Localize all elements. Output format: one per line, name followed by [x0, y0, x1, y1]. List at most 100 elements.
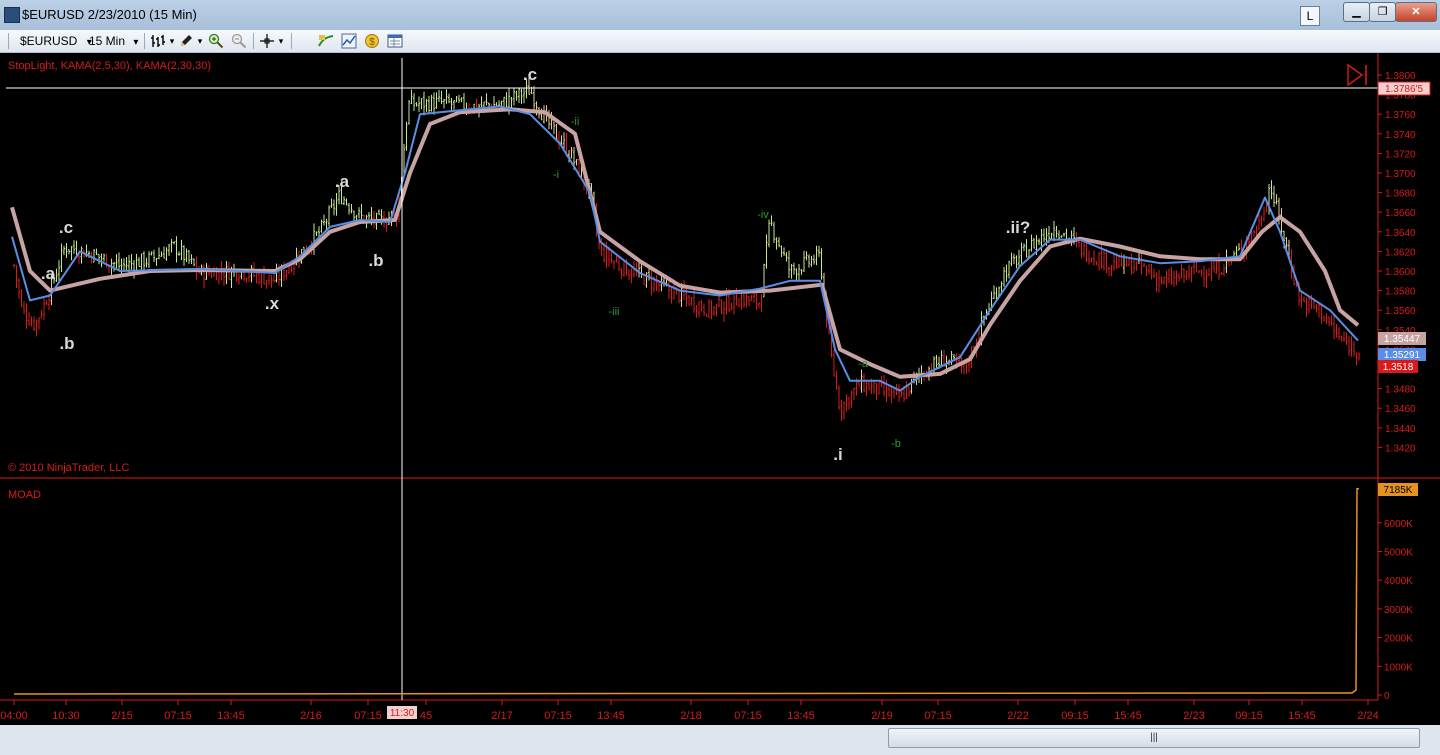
price-bar: [733, 292, 735, 315]
price-bar: [1098, 252, 1100, 271]
price-bars: [13, 77, 1360, 421]
price-bar: [1300, 291, 1303, 308]
price-bar: [1303, 296, 1305, 303]
price-bar: [350, 203, 353, 214]
price-bar: [1085, 243, 1088, 263]
price-bar: [35, 319, 38, 337]
price-bar: [555, 124, 558, 140]
price-bar: [905, 381, 908, 399]
price-bar: [650, 270, 653, 296]
price-bar: [720, 299, 723, 315]
copyright-label: © 2010 NinjaTrader, LLC: [8, 462, 129, 474]
price-tick-label: 1.3740: [1385, 130, 1416, 141]
price-bar: [1028, 249, 1030, 258]
price-bar: [1210, 261, 1213, 281]
price-bar: [433, 92, 435, 115]
price-bar: [1095, 260, 1098, 266]
chart-area[interactable]: StopLight, KAMA(2,5,30), KAMA(2,30,30) ©…: [0, 53, 1440, 725]
price-bar: [1055, 226, 1058, 238]
wave-label: -iv: [757, 209, 769, 221]
crosshair-price-text: 1.3786'5: [1385, 84, 1423, 95]
price-bar: [15, 264, 18, 289]
price-bar: [1013, 253, 1015, 265]
price-bar: [333, 199, 335, 216]
dollar-coin-icon[interactable]: $: [364, 33, 380, 49]
price-bar: [898, 383, 900, 403]
instrument-selector[interactable]: $EURUSD ▾: [20, 33, 92, 49]
price-bar: [993, 285, 995, 300]
chart-scroll-area: |||: [0, 725, 1440, 755]
price-bar: [1220, 271, 1223, 276]
volume-tick-label: 3000K: [1384, 605, 1413, 616]
time-tick-label: 07:15: [924, 710, 952, 722]
price-tick-label: 1.3480: [1385, 385, 1416, 396]
zoom-in-icon[interactable]: [208, 33, 224, 49]
price-bar: [838, 385, 840, 410]
price-bar: [1333, 315, 1335, 340]
price-bar: [810, 255, 813, 267]
price-bar: [133, 259, 135, 279]
price-bar: [250, 264, 253, 283]
price-bar: [1138, 252, 1140, 264]
price-bar: [1050, 232, 1053, 240]
chevron-down-icon[interactable]: ▾: [273, 33, 289, 49]
time-tick-label: 15:45: [1288, 710, 1316, 722]
price-bar: [760, 294, 763, 313]
chevron-down-icon[interactable]: ▾: [192, 33, 208, 49]
close-button[interactable]: ✕: [1395, 2, 1437, 22]
price-bar: [610, 251, 613, 264]
price-bar: [80, 246, 83, 264]
price-bar: [533, 86, 535, 111]
price-bar: [33, 316, 35, 331]
price-bar: [343, 196, 345, 205]
price-bar: [1350, 336, 1353, 357]
crosshair-price-marker: 1.3786'5: [1377, 81, 1431, 96]
restore-button[interactable]: ❐: [1369, 2, 1396, 22]
price-bar: [323, 214, 325, 226]
wave-label: -i: [553, 169, 559, 181]
price-bar: [1020, 242, 1023, 264]
time-tick-label: 2/19: [871, 710, 892, 722]
interval-selector[interactable]: 15 Min ▾: [89, 33, 138, 49]
price-bar: [1305, 297, 1308, 318]
time-tick-label: 2/15: [111, 710, 132, 722]
chart-properties-icon[interactable]: [341, 33, 357, 49]
price-bar: [43, 296, 45, 321]
volume-last-value: 7185K: [1384, 485, 1413, 496]
price-bar: [1058, 230, 1060, 240]
wave-label: .c: [523, 65, 537, 84]
price-bar: [458, 94, 460, 103]
price-bar: [673, 282, 675, 300]
link-l-button[interactable]: L: [1300, 6, 1320, 26]
price-bar: [1105, 248, 1108, 274]
instrument-list-icon[interactable]: [318, 33, 334, 49]
price-bar: [178, 251, 180, 256]
price-bar: [1270, 180, 1273, 200]
minimize-button[interactable]: ▁: [1343, 2, 1370, 22]
moad-label: MOAD: [8, 489, 41, 501]
price-bar: [1188, 264, 1190, 280]
volume-tick-label: 2000K: [1384, 634, 1413, 645]
window-titlebar[interactable]: $EURUSD 2/23/2010 (15 Min) L ▁ ❐ ✕: [0, 0, 1440, 31]
horizontal-scrollbar[interactable]: |||: [888, 728, 1420, 748]
price-bar: [1323, 315, 1325, 322]
price-bar: [1170, 266, 1173, 285]
price-bar: [430, 94, 433, 112]
zoom-out-icon[interactable]: [231, 33, 247, 49]
price-bar: [160, 251, 163, 257]
price-bar: [40, 309, 43, 319]
scroll-to-end-icon[interactable]: [1347, 63, 1367, 87]
price-tick-label: 1.3660: [1385, 208, 1416, 219]
price-bar: [320, 219, 323, 233]
price-bar: [685, 286, 688, 307]
price-bar: [800, 269, 803, 275]
price-bar: [1130, 253, 1133, 275]
price-bar: [410, 89, 413, 105]
time-tick-label: 07:15: [354, 710, 382, 722]
price-bar: [640, 263, 643, 279]
price-bar: [30, 316, 33, 327]
price-chart[interactable]: StopLight, KAMA(2,5,30), KAMA(2,30,30) ©…: [0, 53, 1440, 725]
data-box-icon[interactable]: [387, 33, 403, 49]
price-bar: [878, 382, 880, 395]
wave-label: -ii: [571, 116, 580, 128]
